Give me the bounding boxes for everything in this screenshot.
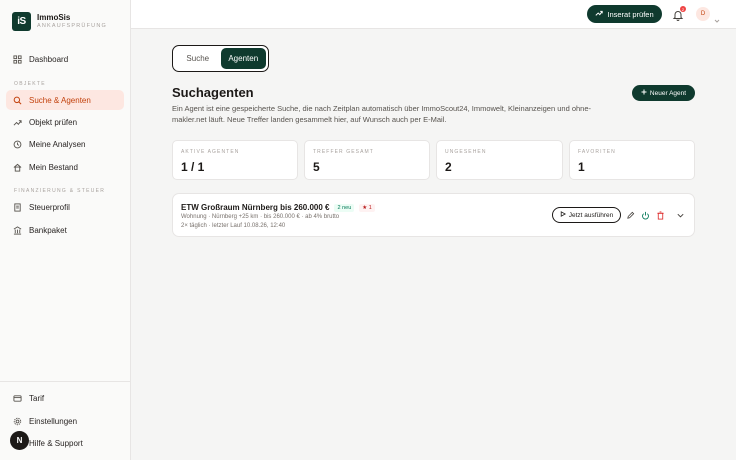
sidebar-item-label: Bankpaket: [29, 225, 67, 235]
stat-value: 2: [445, 160, 452, 174]
stat-value: 1 / 1: [181, 160, 205, 174]
sidebar-item-label: Tarif: [29, 393, 45, 403]
sidebar-item-mein-bestand[interactable]: Mein Bestand: [6, 157, 124, 177]
trash-icon[interactable]: [655, 210, 665, 220]
section-label-finanzierung: FINANZIERUNG & STEUER: [14, 188, 106, 194]
sidebar-item-label: Meine Analysen: [29, 139, 86, 149]
sidebar-item-steuerprofil[interactable]: Steuerprofil: [6, 197, 124, 217]
play-icon: [560, 211, 566, 219]
sidebar-item-meine-analysen[interactable]: Meine Analysen: [6, 134, 124, 154]
page-title: Suchagenten: [172, 85, 254, 100]
sidebar-item-label: Mein Bestand: [29, 162, 78, 172]
card-icon: [13, 394, 22, 403]
new-agent-button[interactable]: Neuer Agent: [632, 85, 695, 101]
sidebar-item-einstellungen[interactable]: Einstellungen: [6, 411, 124, 431]
power-icon[interactable]: [640, 210, 650, 220]
bank-icon: [13, 225, 22, 235]
notification-badge: 2: [680, 6, 686, 12]
page-description: Ein Agent ist eine gespeicherte Suche, d…: [172, 104, 592, 124]
sidebar-item-suche-agenten[interactable]: Suche & Agenten: [6, 90, 124, 110]
agent-title: ETW Großraum Nürnberg bis 260.000 €: [181, 203, 330, 212]
chevron-down-icon[interactable]: [675, 210, 685, 220]
grid-icon: [13, 54, 22, 64]
sidebar-item-objekt-pruefen[interactable]: Objekt prüfen: [6, 112, 124, 132]
home-icon: [13, 163, 22, 172]
chevron-down-icon[interactable]: [714, 11, 720, 23]
new-hits-badge: 2 neu: [334, 203, 355, 212]
brand-subtitle: ANKAUFSPRÜFUNG: [37, 22, 107, 29]
sidebar-item-label: Dashboard: [29, 54, 69, 64]
document-icon: [13, 202, 22, 212]
history-icon: [13, 140, 22, 149]
sidebar-item-bankpaket[interactable]: Bankpaket: [6, 220, 124, 240]
stat-label: AKTIVE AGENTEN: [181, 149, 240, 155]
agent-schedule: 2× täglich · letzter Lauf 10.08.26, 12:4…: [181, 223, 286, 229]
plus-icon: [641, 89, 647, 97]
stat-card-treffer: TREFFER GESAMT 5: [304, 140, 430, 180]
tab-agenten[interactable]: Agenten: [220, 48, 266, 69]
agent-criteria: Wohnung · Nürnberg +25 km · bis 260.000 …: [181, 214, 340, 220]
sidebar-divider: [0, 381, 131, 382]
sidebar-item-label: Hilfe & Support: [29, 438, 83, 448]
stat-card-aktive-agenten: AKTIVE AGENTEN 1 / 1: [172, 140, 298, 180]
sidebar-item-dashboard[interactable]: Dashboard: [6, 49, 124, 69]
star-icon: ★: [362, 204, 368, 211]
logo: iS: [12, 12, 31, 31]
edit-icon[interactable]: [625, 210, 635, 220]
sidebar-item-label: Suche & Agenten: [29, 95, 91, 105]
section-label-objekte: OBJEKTE: [14, 81, 46, 87]
sidebar-item-tarif[interactable]: Tarif: [6, 388, 124, 408]
avatar[interactable]: D: [696, 7, 710, 21]
stat-card-ungesehen: UNGESEHEN 2: [436, 140, 563, 180]
stat-value: 5: [313, 160, 320, 174]
trend-icon: [595, 9, 604, 19]
tab-suche[interactable]: Suche: [175, 48, 221, 69]
search-icon: [13, 96, 22, 105]
run-now-button[interactable]: Jetzt ausführen: [552, 207, 621, 223]
brand[interactable]: iS ImmoSis ANKAUFSPRÜFUNG: [12, 12, 107, 31]
inserat-pruefen-label: Inserat prüfen: [607, 9, 654, 19]
stat-label: UNGESEHEN: [445, 149, 487, 155]
favorites-count: 1: [368, 204, 372, 211]
new-agent-label: Neuer Agent: [649, 89, 687, 97]
floating-assistant-button[interactable]: N: [10, 431, 29, 450]
stat-label: FAVORITEN: [578, 149, 616, 155]
sidebar-item-label: Objekt prüfen: [29, 117, 78, 127]
gear-icon: [13, 417, 22, 426]
agent-card[interactable]: ETW Großraum Nürnberg bis 260.000 € 2 ne…: [172, 193, 695, 237]
sidebar-item-label: Einstellungen: [29, 416, 78, 426]
sidebar: iS ImmoSis ANKAUFSPRÜFUNG Dashboard OBJE…: [0, 0, 131, 460]
stat-value: 1: [578, 160, 585, 174]
favorites-badge: ★ 1: [359, 203, 375, 212]
stat-card-favoriten: FAVORITEN 1: [569, 140, 695, 180]
trend-icon: [13, 118, 22, 127]
stat-label: TREFFER GESAMT: [313, 149, 374, 155]
view-toggle: Suche Agenten: [172, 45, 269, 72]
brand-name: ImmoSis: [37, 12, 71, 22]
inserat-pruefen-button[interactable]: Inserat prüfen: [587, 5, 662, 23]
run-now-label: Jetzt ausführen: [568, 211, 614, 219]
sidebar-item-label: Steuerprofil: [29, 202, 70, 212]
